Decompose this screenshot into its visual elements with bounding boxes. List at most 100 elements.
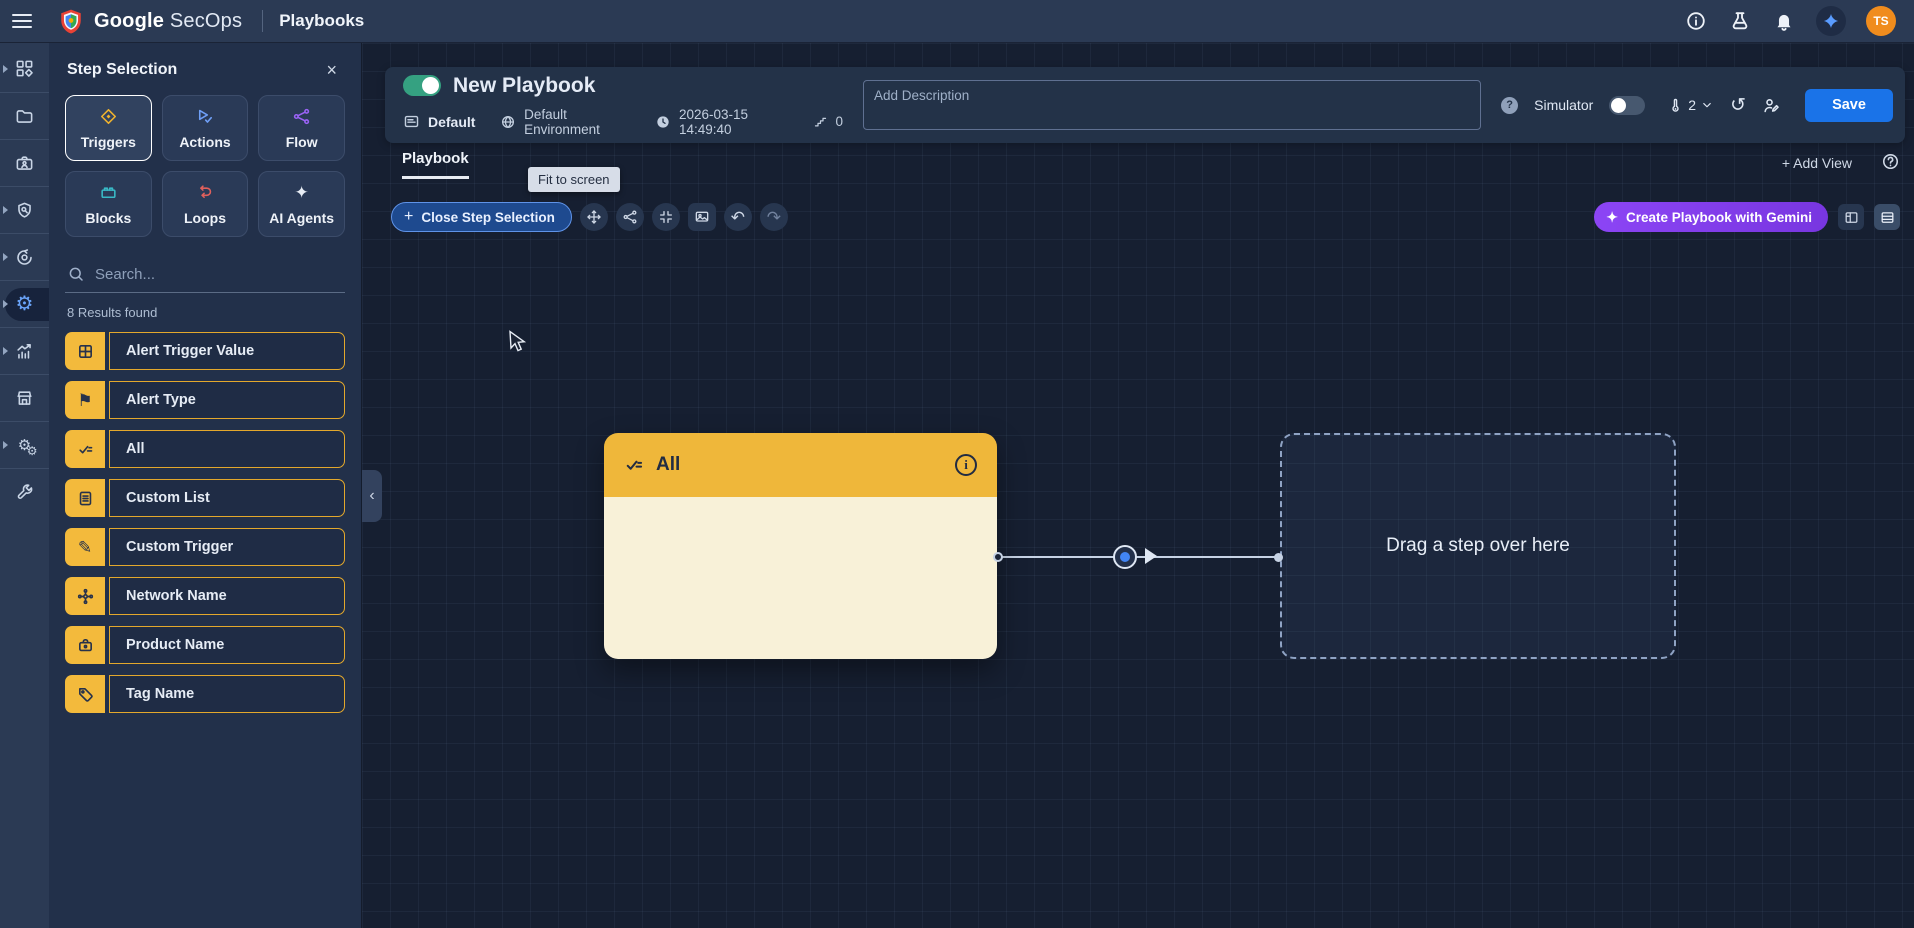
version-count: 2 <box>1688 97 1696 113</box>
topbar-actions: TS <box>1684 6 1914 36</box>
step-item-tag-name[interactable]: Tag Name <box>65 675 345 713</box>
edge-midpoint-handle[interactable] <box>1113 545 1137 569</box>
redo-button[interactable]: ↷ <box>760 203 788 231</box>
snapshot-button[interactable] <box>688 203 716 231</box>
version-history-button[interactable]: ↺ <box>1730 96 1746 115</box>
rows-view-icon <box>1880 210 1895 225</box>
nav-item-threat-search[interactable] <box>0 186 49 233</box>
nav-item-response[interactable] <box>0 233 49 280</box>
step-item-label: All <box>126 441 145 457</box>
nav-item-marketplace[interactable] <box>0 374 49 421</box>
gemini-sparkle-icon <box>1822 12 1840 30</box>
board-view-icon <box>1844 210 1859 225</box>
document-icon <box>65 479 105 517</box>
folder-card-icon <box>403 113 420 130</box>
product-case-icon <box>65 626 105 664</box>
results-count: 8 Results found <box>67 305 343 320</box>
search-icon <box>67 265 85 283</box>
info-button[interactable] <box>1684 9 1708 33</box>
collapse-panel-handle[interactable]: ‹ <box>362 470 382 522</box>
expand-caret-icon <box>3 300 8 308</box>
thermometer-icon <box>1667 97 1684 114</box>
node-info-button[interactable]: i <box>955 454 977 476</box>
compress-icon <box>658 209 674 225</box>
close-step-selection-button[interactable]: + Close Step Selection <box>391 202 572 232</box>
playbook-run-count: 0 <box>836 114 844 129</box>
drop-placeholder-node[interactable]: Drag a step over here <box>1280 433 1676 659</box>
step-item-label: Network Name <box>126 588 227 604</box>
nav-item-tools[interactable] <box>0 468 49 515</box>
simulator-help-icon[interactable]: ? <box>1501 97 1518 114</box>
fit-to-screen-button[interactable] <box>652 203 680 231</box>
nav-item-analytics[interactable] <box>0 327 49 374</box>
nav-item-investigations[interactable] <box>0 92 49 139</box>
category-triggers[interactable]: Triggers <box>65 95 152 161</box>
bell-icon <box>1773 10 1795 32</box>
step-search-input[interactable] <box>95 266 343 283</box>
nav-item-apps[interactable] <box>0 45 49 92</box>
help-button[interactable] <box>1881 152 1900 171</box>
step-item-label: Alert Trigger Value <box>126 343 254 359</box>
playbook-canvas[interactable]: ‹ New Playbook Default Default Environme… <box>362 43 1914 928</box>
user-avatar[interactable]: TS <box>1866 6 1896 36</box>
auto-layout-button[interactable] <box>616 203 644 231</box>
step-item-all[interactable]: All <box>65 430 345 468</box>
category-loops[interactable]: Loops <box>162 171 249 237</box>
playbook-enabled-toggle[interactable] <box>403 75 441 96</box>
main-menu-button[interactable] <box>0 0 44 43</box>
version-selector[interactable]: 2 <box>1667 97 1714 114</box>
category-ai-agents[interactable]: ✦ AI Agents <box>258 171 345 237</box>
trigger-node-all[interactable]: All i <box>604 433 997 659</box>
flag-icon: ⚑ <box>65 381 105 419</box>
pan-move-button[interactable] <box>580 203 608 231</box>
info-icon <box>1685 10 1707 32</box>
divider <box>262 10 263 32</box>
undo-button[interactable]: ↶ <box>724 203 752 231</box>
labs-button[interactable] <box>1728 9 1752 33</box>
close-panel-button[interactable]: × <box>320 59 343 81</box>
description-input[interactable] <box>863 80 1481 130</box>
steps-count-icon <box>813 114 828 129</box>
playbook-header-actions: ? Simulator 2 ↺ Save <box>1501 89 1893 122</box>
create-playbook-with-gemini-button[interactable]: ✦ Create Playbook with Gemini <box>1594 202 1828 232</box>
step-item-network-name[interactable]: Network Name <box>65 577 345 615</box>
nav-item-cases[interactable] <box>0 139 49 186</box>
list-view-button[interactable] <box>1874 204 1900 230</box>
canvas-toolbar: + Close Step Selection ↶ ↷ <box>391 202 788 232</box>
edge-source-port[interactable] <box>993 552 1003 562</box>
apps-grid-icon <box>15 59 34 78</box>
brand[interactable]: Google SecOps <box>58 8 242 34</box>
step-item-alert-type[interactable]: ⚑ Alert Type <box>65 381 345 419</box>
fit-to-screen-tooltip: Fit to screen <box>528 167 620 192</box>
edge-target-port[interactable] <box>1274 553 1283 562</box>
blocks-brick-icon <box>99 183 118 203</box>
step-item-custom-trigger[interactable]: ✎ Custom Trigger <box>65 528 345 566</box>
tab-playbook[interactable]: Playbook <box>402 150 469 179</box>
flask-icon <box>1729 10 1751 32</box>
nav-item-integrations[interactable]: ⚙⚙ <box>0 421 49 468</box>
notifications-button[interactable] <box>1772 9 1796 33</box>
person-edit-icon <box>1762 96 1781 115</box>
flow-branch-icon <box>292 107 311 127</box>
add-view-button[interactable]: + Add View <box>1782 155 1852 171</box>
mouse-cursor <box>507 330 529 354</box>
gears-icon: ⚙⚙ <box>18 438 31 453</box>
step-item-alert-trigger-value[interactable]: Alert Trigger Value <box>65 332 345 370</box>
case-briefcase-icon <box>15 154 34 173</box>
triggers-diamond-icon <box>99 107 118 127</box>
screenshot-image-icon <box>694 209 710 225</box>
board-view-button[interactable] <box>1838 204 1864 230</box>
simulator-toggle[interactable] <box>1609 96 1645 115</box>
category-blocks[interactable]: Blocks <box>65 171 152 237</box>
permissions-button[interactable] <box>1762 96 1781 115</box>
gemini-assistant-button[interactable] <box>1816 6 1846 36</box>
save-button[interactable]: Save <box>1805 89 1893 122</box>
category-actions[interactable]: Actions <box>162 95 249 161</box>
step-item-product-name[interactable]: Product Name <box>65 626 345 664</box>
playbook-identity: New Playbook Default Default Environment… <box>403 74 843 137</box>
environment-globe-icon <box>500 114 516 130</box>
clock-icon <box>655 114 671 130</box>
nav-item-settings-active[interactable]: ⚙ <box>0 280 49 327</box>
step-item-custom-list[interactable]: Custom List <box>65 479 345 517</box>
category-flow[interactable]: Flow <box>258 95 345 161</box>
